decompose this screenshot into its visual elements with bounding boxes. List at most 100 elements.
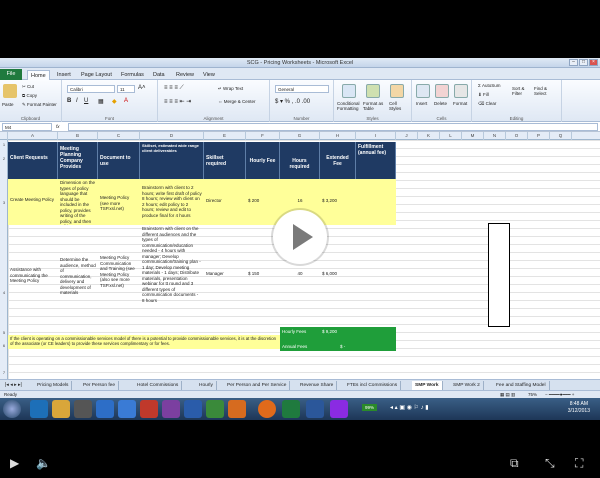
zoom-level[interactable]: 75%: [528, 392, 537, 397]
column-header[interactable]: D: [140, 132, 204, 140]
column-header[interactable]: K: [418, 132, 440, 140]
row-header[interactable]: 3: [0, 200, 8, 205]
number-format-select[interactable]: General: [275, 85, 329, 93]
app-icon[interactable]: [118, 400, 136, 418]
rectangle-shape[interactable]: [488, 223, 510, 327]
format-painter-button[interactable]: ✎ Format Painter: [22, 102, 57, 108]
sheet-tab[interactable]: Per Person and Per Service: [224, 381, 291, 390]
app-icon[interactable]: [330, 400, 348, 418]
clear-button[interactable]: ⌫ Clear: [478, 101, 496, 107]
row-header[interactable]: 5: [0, 330, 8, 335]
cell-doc-2[interactable]: Meeting Policy Communication and Trainin…: [98, 225, 140, 327]
app-icon[interactable]: [140, 400, 158, 418]
row-header[interactable]: 1: [0, 142, 8, 147]
column-header[interactable]: G: [280, 132, 320, 140]
borders-icon[interactable]: ▦: [98, 98, 104, 105]
format-button[interactable]: Format: [453, 101, 467, 106]
merge-center-button[interactable]: ⇔ Merge & Center: [218, 99, 256, 104]
row-header[interactable]: 6: [0, 343, 8, 348]
tab-view[interactable]: View: [200, 70, 218, 80]
header-extended-fee[interactable]: Extended Fee: [320, 142, 356, 179]
cell-extended-1[interactable]: $ 3,200: [320, 179, 356, 225]
header-client-requests[interactable]: Client Requests: [8, 142, 58, 179]
ie-icon[interactable]: [30, 400, 48, 418]
media-player-icon[interactable]: [74, 400, 92, 418]
file-tab[interactable]: File: [0, 69, 22, 80]
cell-tasks-2[interactable]: Brainstorm with client on the different …: [140, 225, 204, 327]
header-fulfillment[interactable]: Fulfillment (annual fee): [356, 142, 396, 179]
fill-color-icon[interactable]: ◆: [112, 98, 117, 105]
currency-icon[interactable]: $ ▾ % , .0 .00: [275, 98, 310, 105]
sheet-tab-active[interactable]: SMP Work: [412, 381, 443, 390]
font-color-icon[interactable]: A: [124, 98, 128, 104]
column-header[interactable]: F: [246, 132, 280, 140]
maximize-button[interactable]: □: [579, 59, 588, 66]
header-hours-required[interactable]: Hours required: [280, 142, 320, 179]
system-clock[interactable]: 8:48 AM 3/12/2013: [568, 401, 590, 415]
app-icon[interactable]: [228, 400, 246, 418]
paste-button[interactable]: Paste: [2, 102, 14, 107]
select-all-corner[interactable]: [0, 132, 8, 140]
tray-icons[interactable]: ◂ ▴ ▣ ◉ ⚐ ♪ ▮: [390, 404, 429, 411]
paste-icon[interactable]: [3, 84, 17, 98]
cell-skill-1[interactable]: Director: [204, 179, 246, 225]
note-cell[interactable]: If the client is operating on a commissi…: [8, 335, 280, 349]
sheet-tab[interactable]: Per Person fee: [80, 381, 119, 390]
column-header[interactable]: A: [8, 132, 58, 140]
underline-icon[interactable]: U: [84, 98, 88, 104]
cut-button[interactable]: ✂ Cut: [22, 84, 34, 90]
hourly-fees-value[interactable]: $ 9,200: [320, 328, 360, 336]
annual-fees-value[interactable]: $ -: [338, 343, 388, 351]
insert-button[interactable]: Insert: [416, 101, 427, 106]
fx-icon[interactable]: fx: [56, 124, 60, 129]
cell-fulfillment-1[interactable]: [356, 179, 396, 225]
annual-fees-label[interactable]: Annual Fees: [280, 343, 320, 351]
sort-filter-button[interactable]: Sort & Filter: [512, 86, 532, 96]
resize-icon[interactable]: ⤡: [545, 448, 555, 478]
column-header[interactable]: N: [484, 132, 506, 140]
fullscreen-icon[interactable]: ⛶: [575, 448, 583, 478]
column-header[interactable]: Q: [550, 132, 572, 140]
sheet-tab[interactable]: Pricing Models: [34, 381, 73, 390]
font-name-select[interactable]: Calibri: [67, 85, 115, 93]
column-header[interactable]: H: [320, 132, 356, 140]
cell-request-2[interactable]: Assistance with communicating the Meetin…: [8, 225, 58, 327]
tab-page-layout[interactable]: Page Layout: [78, 70, 115, 80]
app-icon[interactable]: [206, 400, 224, 418]
column-header[interactable]: O: [506, 132, 528, 140]
name-box[interactable]: M4: [2, 123, 52, 131]
fill-button[interactable]: ⬇ Fill: [478, 92, 489, 98]
row-header[interactable]: 7: [0, 370, 8, 375]
volume-icon[interactable]: 🔈: [36, 448, 51, 478]
tab-data[interactable]: Data: [150, 70, 168, 80]
header-provides[interactable]: Meeting Planning Company Provides: [58, 142, 98, 179]
cell-tasks-1[interactable]: Brainstorm with client to 2 hours; write…: [140, 179, 204, 225]
play-overlay-button[interactable]: [273, 210, 327, 264]
tab-formulas[interactable]: Formulas: [118, 70, 147, 80]
find-select-button[interactable]: Find & Select: [534, 86, 556, 96]
sheet-tab[interactable]: Fee and Staffing Model: [493, 381, 550, 390]
column-header[interactable]: P: [528, 132, 550, 140]
autosum-button[interactable]: Σ AutoSum: [478, 83, 501, 88]
excel-icon[interactable]: [282, 400, 300, 418]
font-size-select[interactable]: 11: [117, 85, 135, 93]
italic-icon[interactable]: I: [76, 98, 78, 104]
header-hourly-fee[interactable]: Hourly Fee: [246, 142, 280, 179]
cell-skill-2[interactable]: Manager: [204, 225, 246, 327]
cell-fee-1[interactable]: $ 200: [246, 179, 280, 225]
delete-button[interactable]: Delete: [434, 101, 447, 106]
cell-doc-1[interactable]: Meeting Policy (see more TSP.xsl.net): [98, 179, 140, 225]
insert-cells-icon[interactable]: [416, 84, 430, 98]
cell-styles-icon[interactable]: [390, 84, 404, 98]
format-table-icon[interactable]: [366, 84, 380, 98]
tab-review[interactable]: Review: [173, 70, 197, 80]
row-header[interactable]: 4: [0, 290, 8, 295]
conditional-formatting-icon[interactable]: [342, 84, 356, 98]
align-left-icon[interactable]: ≡ ≡ ≡ ⇤ ⇥: [164, 98, 191, 105]
column-header[interactable]: E: [204, 132, 246, 140]
column-header[interactable]: I: [356, 132, 396, 140]
firefox-icon[interactable]: [258, 400, 276, 418]
play-icon[interactable]: ▶: [10, 448, 19, 478]
cell-styles-button[interactable]: Cell Styles: [389, 101, 409, 111]
header-tasks[interactable]: Skillset, estimated wide range client de…: [140, 142, 204, 179]
